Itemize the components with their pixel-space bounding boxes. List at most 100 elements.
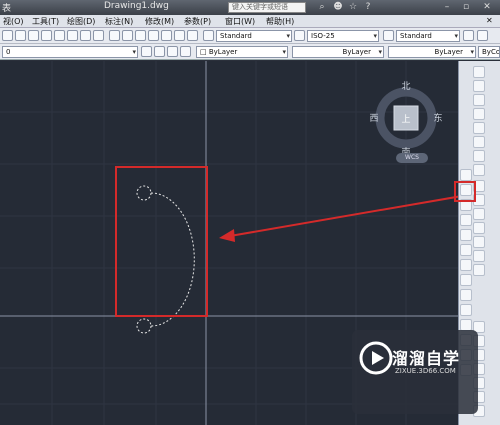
dim-style-select[interactable]: ISO-25 ▾ [307, 30, 379, 42]
table-style-icon[interactable] [383, 30, 394, 41]
make-block-icon[interactable] [460, 274, 472, 286]
make-current-layer-icon[interactable] [154, 46, 165, 57]
viewcube[interactable]: 上 北 南 东 西 [368, 80, 444, 158]
arc-tool-highlight [454, 181, 476, 202]
menu-parameters[interactable]: 参数(P) [184, 16, 211, 27]
face-label: 上 [401, 114, 410, 125]
menu-dimension[interactable]: 标注(N) [105, 16, 133, 27]
top-circle[interactable] [136, 185, 152, 201]
menu-modify[interactable]: 修改(M) [145, 16, 174, 27]
help-icon[interactable]: ? [362, 1, 374, 13]
scale-icon[interactable] [473, 164, 485, 176]
menu-tools[interactable]: 工具(T) [32, 16, 59, 27]
restore-button[interactable]: ▫ [460, 1, 472, 13]
color-value: ByLayer [208, 48, 238, 56]
chevron-down-icon: ▾ [470, 48, 474, 56]
layer-previous-icon[interactable] [167, 46, 178, 57]
design-center-icon[interactable] [122, 30, 133, 41]
plot-style-value: ByColor [482, 48, 500, 56]
ellipse-arc-icon[interactable] [460, 244, 472, 256]
text-style-value: Standard [220, 32, 252, 40]
standard-toolbar: Standard ▾ ISO-25 ▾ Standard ▾ [0, 28, 500, 44]
fillet-icon[interactable] [473, 250, 485, 262]
chevron-down-icon: ▾ [286, 32, 290, 40]
app-title-fragment: 表 [2, 4, 12, 14]
star-icon[interactable]: ☆ [347, 1, 359, 13]
linetype-select[interactable]: ByLayer ▾ [292, 46, 384, 58]
text-style-icon[interactable] [203, 30, 214, 41]
line-icon[interactable] [473, 66, 485, 78]
spline-icon[interactable] [460, 214, 472, 226]
zoom-window-icon[interactable] [80, 30, 91, 41]
table-style-select[interactable]: Standard ▾ [396, 30, 460, 42]
layer-state-icon[interactable] [180, 46, 191, 57]
join-icon[interactable] [473, 222, 485, 234]
break-icon[interactable] [473, 208, 485, 220]
viewcube-svg: 上 北 南 东 西 [369, 81, 442, 158]
new-icon[interactable] [2, 30, 13, 41]
ellipse-icon[interactable] [460, 229, 472, 241]
user-icon[interactable]: ☻ [332, 1, 344, 13]
menu-bar: 视(O) 工具(T) 绘图(D) 标注(N) 修改(M) 参数(P) 窗口(W)… [0, 15, 500, 28]
east-label: 东 [433, 112, 442, 124]
dim-style-value: ISO-25 [311, 32, 335, 40]
explode-icon[interactable] [473, 264, 485, 276]
color-swatch-icon: □ [200, 48, 209, 56]
help-icon[interactable] [187, 30, 198, 41]
properties-icon[interactable] [109, 30, 120, 41]
pan-icon[interactable] [67, 30, 78, 41]
layer-select[interactable]: 0 ▾ [2, 46, 138, 58]
menu-close-icon[interactable]: ✕ [486, 16, 493, 25]
chevron-down-icon: ▾ [373, 32, 377, 40]
zoom-previous-icon[interactable] [93, 30, 104, 41]
construction-line-icon[interactable] [473, 80, 485, 92]
sheet-set-icon[interactable] [148, 30, 159, 41]
markup-icon[interactable] [161, 30, 172, 41]
open-icon[interactable] [15, 30, 26, 41]
save-icon[interactable] [28, 30, 39, 41]
linetype-value: ByLayer [342, 48, 371, 56]
watermark-text: 溜溜自学 [392, 349, 461, 368]
arc-icon[interactable] [460, 169, 472, 181]
point-icon[interactable] [460, 289, 472, 301]
title-bar: 表 Drawing1.dwg 键入关键字或短语 ⌕ ☻ ☆ ? – ▫ ✕ [0, 0, 500, 15]
minimize-button[interactable]: – [441, 1, 453, 13]
tool-palettes-icon[interactable] [135, 30, 146, 41]
menu-help[interactable]: 帮助(H) [266, 16, 294, 27]
table-style-value: Standard [400, 32, 432, 40]
chevron-down-icon: ▾ [378, 48, 382, 56]
text-style-select[interactable]: Standard ▾ [216, 30, 292, 42]
bottom-circle[interactable] [136, 318, 152, 334]
insert-block-icon[interactable] [460, 259, 472, 271]
chevron-down-icon: ▾ [454, 32, 458, 40]
calculator-icon[interactable] [174, 30, 185, 41]
polyline-icon[interactable] [473, 94, 485, 106]
menu-window[interactable]: 窗口(W) [225, 16, 255, 27]
chamfer-icon[interactable] [473, 236, 485, 248]
close-button[interactable]: ✕ [481, 1, 493, 13]
layer-properties-icon[interactable] [141, 46, 152, 57]
semicircle-arc[interactable] [150, 192, 195, 327]
hatch-icon[interactable] [460, 304, 472, 316]
arrow-head [219, 229, 235, 242]
multileader-style-icon[interactable] [463, 30, 474, 41]
menu-draw[interactable]: 绘图(D) [67, 16, 95, 27]
lineweight-value: ByLayer [434, 48, 463, 56]
binoculars-icon[interactable]: ⌕ [316, 1, 328, 13]
plot-style-select[interactable]: ByColor [478, 46, 500, 58]
lineweight-select[interactable]: ByLayer ▾ [388, 46, 476, 58]
rotate-icon[interactable] [473, 150, 485, 162]
search-input[interactable]: 键入关键字或短语 [228, 2, 306, 13]
polygon-icon[interactable] [473, 108, 485, 120]
move-icon[interactable] [473, 136, 485, 148]
print-icon[interactable] [41, 30, 52, 41]
rectangle-icon[interactable] [473, 122, 485, 134]
wcs-menu[interactable]: WCS [396, 153, 428, 163]
zoom-icon[interactable] [54, 30, 65, 41]
menu-view[interactable]: 视(O) [3, 16, 24, 27]
west-label: 西 [369, 113, 378, 124]
multileader-icon[interactable] [477, 30, 488, 41]
dim-style-icon[interactable] [294, 30, 305, 41]
layers-toolbar: 0 ▾ □ ByLayer ▾ ByLayer ▾ ByLayer ▾ ByCo… [0, 44, 500, 60]
color-select[interactable]: □ ByLayer ▾ [196, 46, 288, 58]
